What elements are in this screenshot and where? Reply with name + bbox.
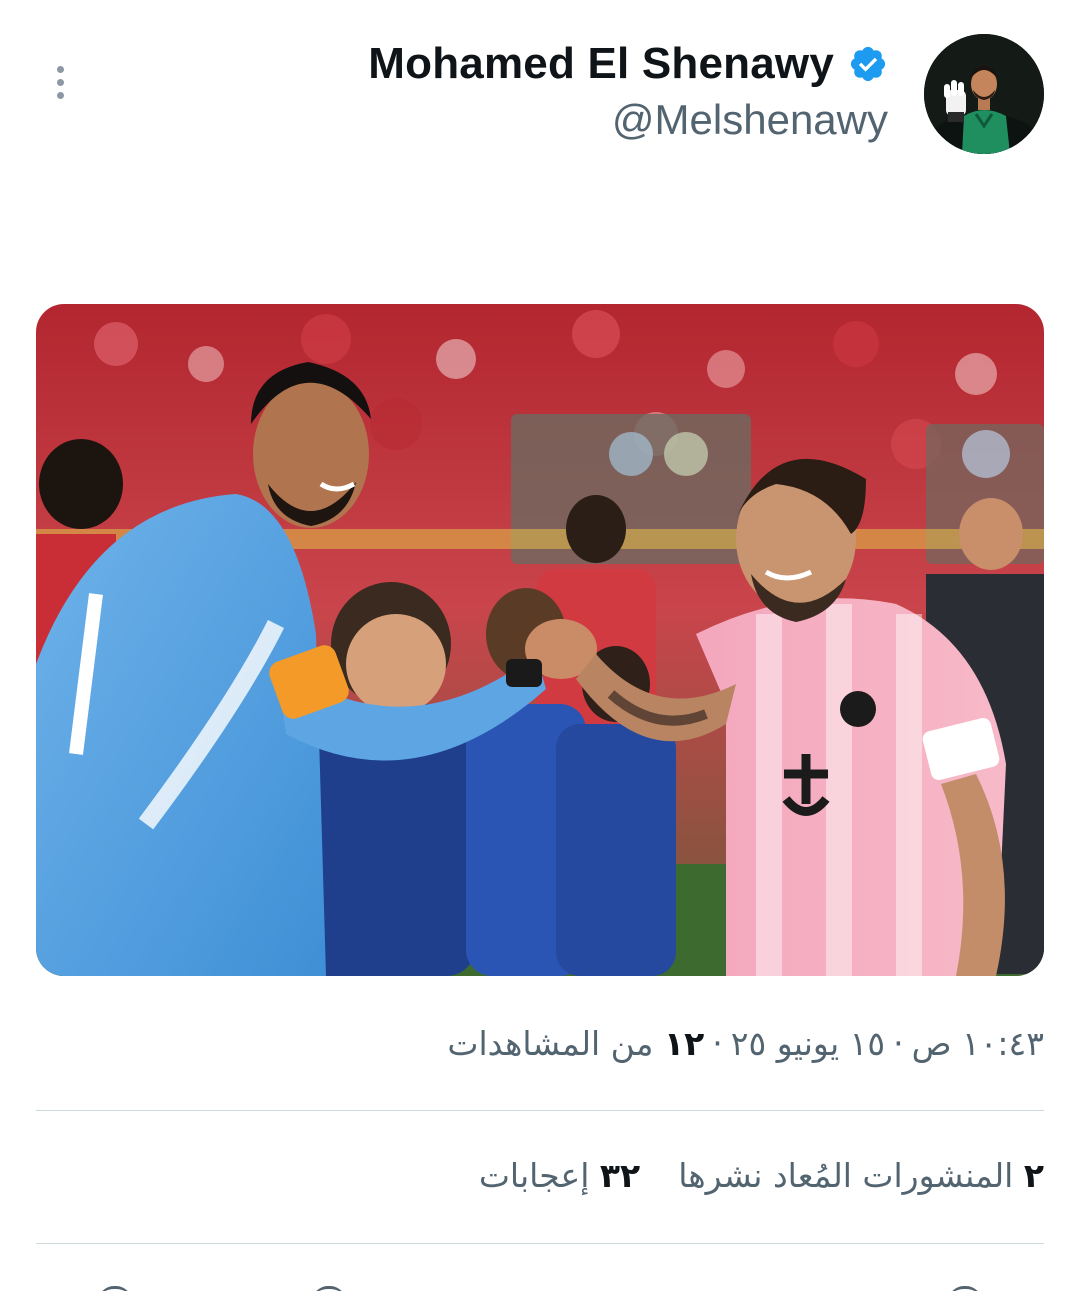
meta-separator: · xyxy=(893,1024,904,1063)
reposts-count: ٢ xyxy=(1023,1156,1044,1195)
reposts-label: المنشورات المُعاد نشرها xyxy=(678,1156,1014,1195)
views-label: من المشاهدات xyxy=(447,1024,654,1063)
tweet-stats: ٢ المنشورات المُعاد نشرها ٣٢ إعجابات xyxy=(36,1146,1044,1206)
author-display-name[interactable]: Mohamed El Shenawy xyxy=(368,39,834,89)
verified-badge-icon xyxy=(850,46,886,82)
photo-image xyxy=(36,304,1044,976)
more-dot-icon xyxy=(56,91,64,99)
divider xyxy=(36,1243,1044,1244)
divider xyxy=(36,1110,1044,1111)
avatar[interactable] xyxy=(924,34,1044,154)
author-handle[interactable]: @Melshenawy xyxy=(368,94,888,146)
tweet-action-bar xyxy=(36,1278,1044,1291)
repost-icon[interactable] xyxy=(312,1286,346,1291)
meta-separator: · xyxy=(712,1024,723,1063)
tweet-time[interactable]: ١٠:٤٣ ص xyxy=(912,1024,1044,1063)
tweet-meta-line: ١٠:٤٣ ص·١٥ يونيو ٢٥·١٢ من المشاهدات xyxy=(36,1014,1044,1074)
reply-icon[interactable] xyxy=(98,1286,132,1291)
likes-stat[interactable]: ٣٢ إعجابات xyxy=(479,1146,640,1206)
tweet-media-photo[interactable] xyxy=(36,304,1044,976)
reposts-stat[interactable]: ٢ المنشورات المُعاد نشرها xyxy=(678,1146,1044,1206)
author-name-row: Mohamed El Shenawy xyxy=(368,36,888,92)
bookmark-icon[interactable] xyxy=(948,1286,982,1291)
profile-photo-icon xyxy=(924,34,1044,154)
tweet-author: Mohamed El Shenawy @Melshenawy xyxy=(368,36,888,146)
tweet-date[interactable]: ١٥ يونيو ٢٥ xyxy=(731,1024,885,1063)
more-dot-icon xyxy=(56,65,64,73)
views-count: ١٢ xyxy=(663,1024,705,1063)
likes-label: إعجابات xyxy=(478,1156,590,1195)
more-options-button[interactable] xyxy=(42,58,78,106)
more-dot-icon xyxy=(56,78,64,86)
likes-count: ٣٢ xyxy=(599,1156,641,1195)
